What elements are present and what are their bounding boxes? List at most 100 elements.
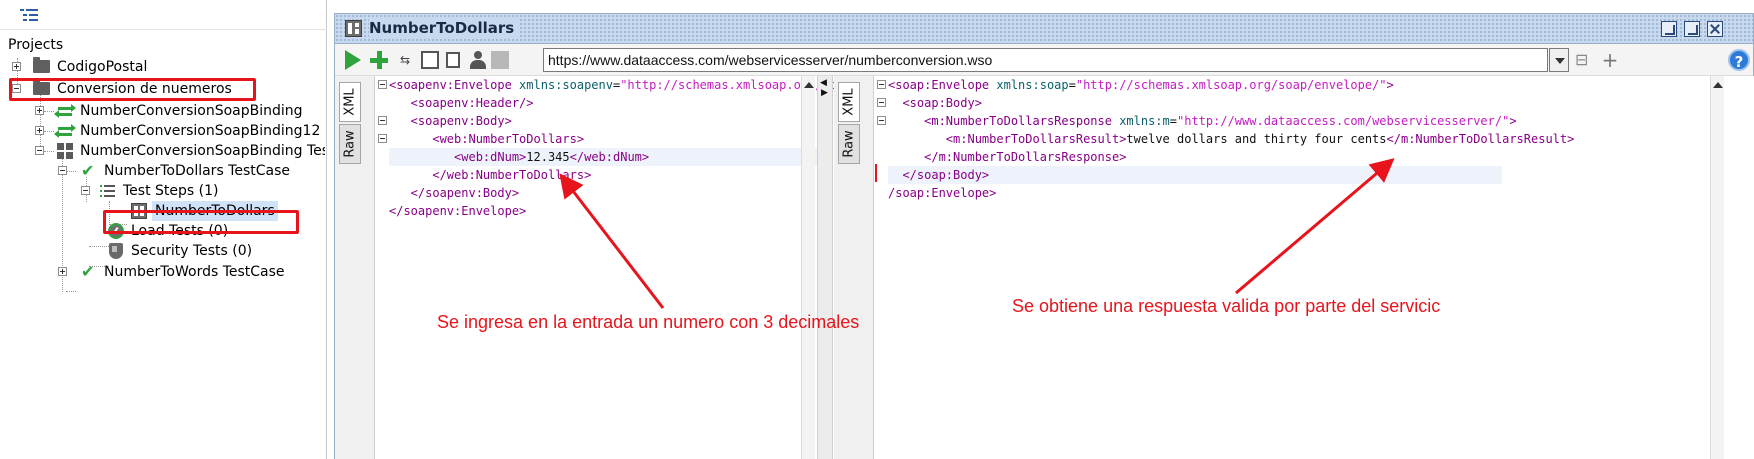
xml-token: "http://www.dataaccess.com/webservicesse… xyxy=(1177,114,1510,128)
tree-item-codigopostal[interactable]: CodigoPostal xyxy=(0,57,320,77)
add-endpoint-icon[interactable]: + xyxy=(1600,50,1620,70)
tree-item-numbertodollars-testcase[interactable]: ✔ NumberToDollars TestCase xyxy=(0,161,320,181)
response-xml-editor[interactable]: <soap:Envelope xmlns:soap = "http://schema… xyxy=(874,76,1754,459)
tab-label: XML xyxy=(841,88,857,116)
fold-icon[interactable] xyxy=(877,116,886,125)
maximize-window-icon[interactable] xyxy=(1684,21,1700,37)
xml-token: "http://schemas.xmlsoap.org/soap/envelop… xyxy=(1075,78,1387,92)
fold-gutter xyxy=(874,76,888,459)
request-scrollbar[interactable] xyxy=(801,76,815,459)
tree-item-test-suite[interactable]: NumberConversionSoapBinding Tes xyxy=(0,141,325,161)
xml-line: <soapenv:Envelope xmlns:soapenv="http://… xyxy=(389,76,835,94)
projects-label: Projects xyxy=(8,37,64,53)
create-empty-request-icon[interactable]: ⇆ xyxy=(395,50,415,70)
tree-item-label: Test Steps (1) xyxy=(123,183,219,199)
xml-token: <soapenv:Body> xyxy=(389,114,512,128)
endpoint-url-field[interactable]: https://www.dataaccess.com/webservicesse… xyxy=(543,48,1548,72)
xml-line: <m:NumberToDollarsResponse xmlns:m="http… xyxy=(888,112,1517,130)
soap-request-icon xyxy=(345,20,362,37)
xml-line: <soap:Body> xyxy=(888,94,981,112)
xml-token: </web:dNum> xyxy=(569,150,650,164)
collapse-icon[interactable] xyxy=(58,166,67,175)
run-request-icon[interactable] xyxy=(345,50,361,70)
close-window-icon[interactable] xyxy=(1707,21,1723,37)
test-steps-icon xyxy=(100,184,116,198)
edit-endpoint-icon[interactable]: ⊟ xyxy=(1575,50,1595,70)
tree-item-numbertowords-testcase[interactable]: ✔ NumberToWords TestCase xyxy=(0,262,320,282)
highlight-project-box xyxy=(9,78,256,101)
xml-line: <soap:Envelope xmlns:soap="http://schema… xyxy=(888,76,1394,94)
editor-toolbar: ⇆ https://www.dataaccess.com/webservices… xyxy=(335,44,1753,76)
request-xml-editor[interactable]: <soapenv:Envelope xmlns:soapenv="http://… xyxy=(375,76,835,459)
xml-token: </soap:Body> xyxy=(888,168,990,182)
tree-item-label: Security Tests (0) xyxy=(131,243,253,259)
xml-line: </soap:Body> xyxy=(888,166,989,184)
fold-icon[interactable] xyxy=(378,134,387,143)
xml-line: <web:dNum>12.345</web:dNum> xyxy=(389,148,649,166)
expand-icon[interactable] xyxy=(12,62,21,71)
clone-request-icon[interactable] xyxy=(446,52,460,68)
editor-title: NumberToDollars xyxy=(369,19,521,37)
tree-item-test-steps[interactable]: Test Steps (1) xyxy=(0,181,320,201)
interface-icon xyxy=(54,123,76,139)
tree-item-label: NumberConversionSoapBinding Tes xyxy=(80,143,325,159)
xml-token: /soap:Envelope> xyxy=(888,186,997,200)
tab-label: XML xyxy=(342,88,358,116)
xml-token: </web:NumberToDollars> xyxy=(389,168,592,182)
tree-item-soap-binding12[interactable]: NumberConversionSoapBinding12 xyxy=(0,121,320,141)
tab-label: Raw xyxy=(342,130,358,158)
help-icon[interactable]: ? xyxy=(1728,49,1750,71)
xml-token: = xyxy=(1169,114,1177,128)
request-pane: XML Raw <soapenv:Envelope xmlns:soapenv=… xyxy=(335,76,835,459)
folder-icon xyxy=(33,57,50,73)
collapse-icon[interactable] xyxy=(81,186,90,195)
project-navigator: Projects CodigoPostal Conversion de nuem… xyxy=(0,0,327,459)
xml-line: </soapenv:Envelope> xyxy=(389,202,526,220)
xml-token: <soapenv:Header/> xyxy=(389,96,534,110)
format-xml-icon[interactable] xyxy=(421,51,439,69)
xml-token: 12.345 xyxy=(526,150,570,164)
tree-view-icon[interactable] xyxy=(20,9,38,23)
fold-icon[interactable] xyxy=(378,116,387,125)
xml-token: <soap:Envelope xyxy=(888,78,997,92)
fold-gutter xyxy=(375,76,389,459)
xml-line: <web:NumberToDollars> xyxy=(389,130,584,148)
user-auth-icon[interactable] xyxy=(468,50,488,70)
tree-item-label: NumberToWords TestCase xyxy=(104,264,285,280)
tab-response-xml[interactable]: XML xyxy=(838,82,860,122)
request-editor-window: NumberToDollars ⇆ https://www.dataaccess… xyxy=(334,13,1754,459)
xml-token: xmlns:soap xyxy=(996,78,1069,92)
xml-line: <m:NumberToDollarsResult>twelve dollars … xyxy=(888,130,1575,148)
fold-icon[interactable] xyxy=(877,98,886,107)
xml-token: <m:NumberToDollarsResponse xyxy=(888,114,1120,128)
stop-request-icon[interactable] xyxy=(491,51,509,69)
tab-request-raw[interactable]: Raw xyxy=(339,124,361,164)
xml-line: </soapenv:Body> xyxy=(389,184,519,202)
tab-response-raw[interactable]: Raw xyxy=(838,124,860,164)
response-view-tabs: XML Raw xyxy=(834,76,874,459)
xml-line: <soapenv:Body> xyxy=(389,112,512,130)
response-scrollbar[interactable] xyxy=(1710,76,1724,459)
add-assertion-icon[interactable] xyxy=(369,50,389,70)
tree-item-label: CodigoPostal xyxy=(57,59,148,75)
tree-item-soap-binding[interactable]: NumberConversionSoapBinding xyxy=(0,101,320,121)
collapse-icon[interactable] xyxy=(35,146,44,155)
endpoint-dropdown[interactable] xyxy=(1549,48,1569,72)
expand-icon[interactable] xyxy=(35,126,44,135)
expand-icon[interactable] xyxy=(58,267,67,276)
detach-window-icon[interactable] xyxy=(1661,21,1677,37)
fold-icon[interactable] xyxy=(877,80,886,89)
expand-icon[interactable] xyxy=(35,106,44,115)
fold-icon[interactable] xyxy=(378,80,387,89)
tab-request-xml[interactable]: XML xyxy=(339,82,361,122)
xml-token: xmlns:soapenv xyxy=(519,78,613,92)
xml-token: twelve dollars and thirty four cents xyxy=(1126,132,1387,146)
highlight-step-box xyxy=(103,210,299,234)
check-icon: ✔ xyxy=(81,161,95,180)
pane-splitter[interactable] xyxy=(817,76,833,459)
editor-titlebar[interactable]: NumberToDollars xyxy=(335,14,1753,44)
tree-item-security-tests[interactable]: Security Tests (0) xyxy=(0,241,320,261)
xml-token: > xyxy=(1509,114,1517,128)
xml-line: <soapenv:Header/> xyxy=(389,94,534,112)
xml-token: > xyxy=(1386,78,1394,92)
